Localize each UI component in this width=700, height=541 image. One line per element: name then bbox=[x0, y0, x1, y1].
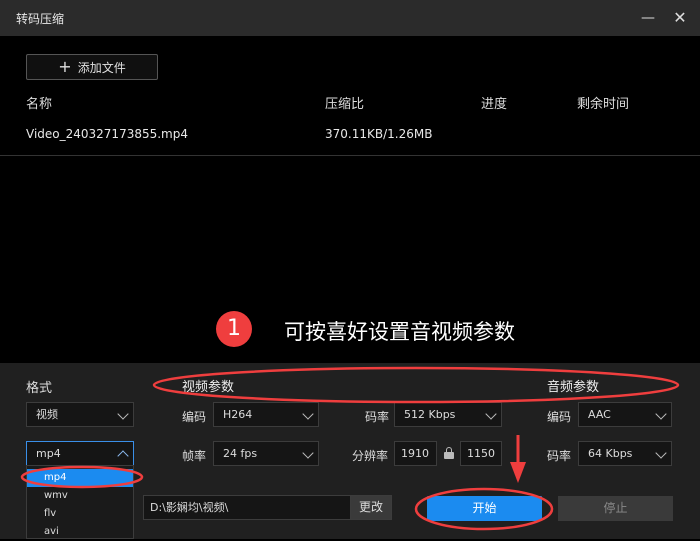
framerate-label: 帧率 bbox=[182, 449, 207, 463]
option-flv[interactable]: flv bbox=[27, 505, 133, 523]
framerate-select[interactable]: 24 fps bbox=[213, 441, 319, 466]
close-icon[interactable]: ✕ bbox=[670, 8, 690, 28]
chevron-down-icon bbox=[117, 408, 129, 420]
chevron-down-icon bbox=[302, 447, 314, 459]
minimize-icon[interactable]: — bbox=[638, 8, 658, 28]
column-header-ratio: 压缩比 bbox=[325, 97, 365, 112]
audio-params-title: 音频参数 bbox=[547, 380, 600, 395]
title-bar: 转码压缩 — ✕ bbox=[0, 0, 700, 36]
video-params-title: 视频参数 bbox=[182, 380, 235, 395]
format-category-value: 视频 bbox=[36, 408, 58, 421]
video-bitrate-value: 512 Kbps bbox=[404, 408, 456, 421]
window-title: 转码压缩 bbox=[16, 12, 65, 26]
video-bitrate-select[interactable]: 512 Kbps bbox=[394, 402, 502, 427]
row-divider bbox=[0, 155, 700, 156]
audio-bitrate-value: 64 Kbps bbox=[588, 447, 633, 460]
chevron-down-icon bbox=[655, 447, 667, 459]
audio-codec-value: AAC bbox=[588, 408, 611, 421]
lock-icon[interactable] bbox=[444, 447, 454, 459]
add-file-label: 添加文件 bbox=[77, 60, 126, 75]
option-wmv[interactable]: wmv bbox=[27, 487, 133, 505]
annotation-text: 可按喜好设置音视频参数 bbox=[284, 320, 515, 344]
change-path-button[interactable]: 更改 bbox=[350, 495, 392, 520]
chevron-up-icon bbox=[117, 450, 129, 462]
file-name: Video_240327173855.mp4 bbox=[26, 127, 188, 141]
format-label: 格式 bbox=[26, 381, 53, 396]
option-avi[interactable]: avi bbox=[27, 523, 133, 541]
framerate-value: 24 fps bbox=[223, 447, 258, 460]
step-badge: 1 bbox=[216, 311, 252, 347]
chevron-down-icon bbox=[302, 408, 314, 420]
chevron-down-icon bbox=[485, 408, 497, 420]
audio-bitrate-label: 码率 bbox=[547, 449, 572, 463]
container-dropdown: mp4 wmv flv avi bbox=[26, 465, 134, 539]
video-codec-select[interactable]: H264 bbox=[213, 402, 319, 427]
resolution-width-input[interactable]: 1910 bbox=[394, 441, 437, 466]
add-file-button[interactable]: + 添加文件 bbox=[26, 54, 158, 80]
column-header-remaining: 剩余时间 bbox=[577, 97, 630, 112]
video-bitrate-label: 码率 bbox=[365, 410, 390, 424]
video-codec-value: H264 bbox=[223, 408, 253, 421]
audio-codec-select[interactable]: AAC bbox=[578, 402, 672, 427]
format-category-select[interactable]: 视频 bbox=[26, 402, 134, 427]
plus-icon: + bbox=[58, 57, 72, 76]
audio-codec-label: 编码 bbox=[547, 410, 572, 424]
compression-ratio: 370.11KB/1.26MB bbox=[325, 127, 433, 141]
resolution-label: 分辨率 bbox=[352, 449, 389, 463]
stop-button[interactable]: 停止 bbox=[558, 496, 673, 521]
column-header-progress: 进度 bbox=[481, 97, 508, 112]
start-button[interactable]: 开始 bbox=[427, 496, 542, 521]
option-mp4[interactable]: mp4 bbox=[27, 469, 133, 487]
chevron-down-icon bbox=[655, 408, 667, 420]
column-header-name: 名称 bbox=[26, 97, 53, 112]
video-codec-label: 编码 bbox=[182, 410, 207, 424]
audio-bitrate-select[interactable]: 64 Kbps bbox=[578, 441, 672, 466]
resolution-height-input[interactable]: 1150 bbox=[460, 441, 502, 466]
output-path-input[interactable]: D:\影娴均\视频\ bbox=[143, 495, 351, 520]
container-value: mp4 bbox=[36, 447, 61, 460]
container-select[interactable]: mp4 bbox=[26, 441, 134, 466]
